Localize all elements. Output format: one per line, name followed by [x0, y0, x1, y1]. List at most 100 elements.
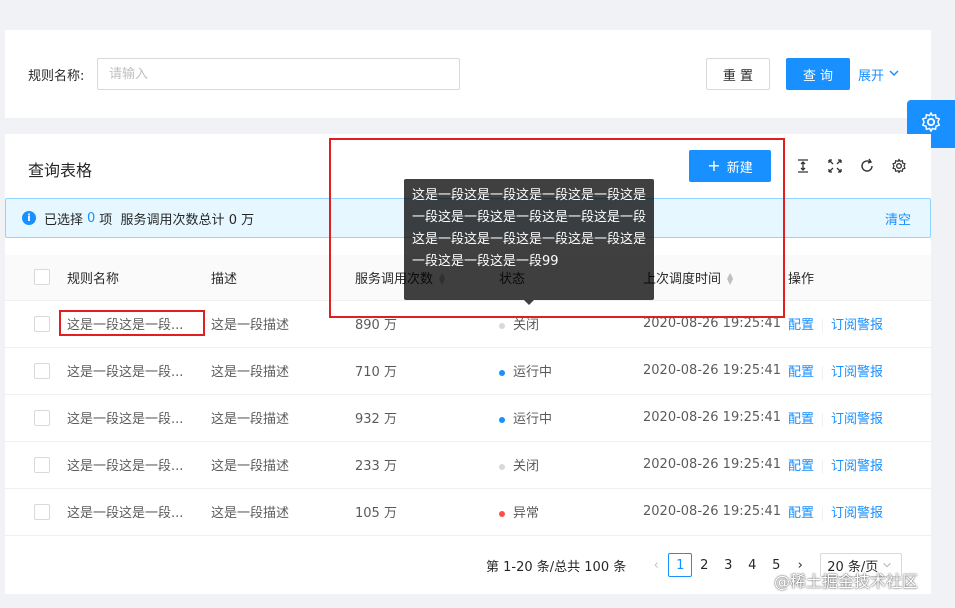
table-row: 这是一段这是一段... 这是一段描述 105 万 异常 2020-08-26 1… — [5, 488, 931, 535]
subscribe-alert-link[interactable]: 订阅警报 — [831, 506, 883, 521]
row-select-cell[interactable] — [5, 441, 67, 488]
actions-cell: 配置 订阅警报 — [788, 441, 931, 488]
description-cell: 这是一段描述 — [211, 506, 290, 521]
row-select-cell[interactable] — [5, 394, 67, 441]
action-divider — [822, 318, 824, 333]
config-link[interactable]: 配置 — [788, 506, 814, 521]
settings-icon[interactable] — [889, 156, 909, 176]
chevron-down-icon — [888, 67, 900, 83]
row-checkbox[interactable] — [34, 456, 50, 473]
calls-cell: 890 万 — [355, 318, 397, 333]
action-divider — [822, 412, 824, 427]
subscribe-alert-link[interactable]: 订阅警报 — [831, 459, 883, 474]
column-header-desc: 描述 — [211, 271, 238, 287]
row-select-cell[interactable] — [5, 347, 67, 394]
actions-cell: 配置 订阅警报 — [788, 394, 931, 441]
rule-name-cell: 这是一段这是一段... — [67, 365, 184, 380]
actions-cell: 配置 订阅警报 — [788, 347, 931, 394]
last-run-time-cell: 2020-08-26 19:25:41 — [643, 316, 782, 331]
config-link[interactable]: 配置 — [788, 365, 814, 380]
status-label: 关闭 — [513, 318, 540, 333]
config-link[interactable]: 配置 — [788, 412, 814, 427]
rule-name-label: 规则名称: — [28, 69, 85, 84]
status-dot — [499, 463, 505, 470]
page-2[interactable]: 2 — [692, 553, 716, 577]
row-checkbox[interactable] — [34, 362, 50, 379]
config-link[interactable]: 配置 — [788, 459, 814, 474]
watermark: @稀土掘金技术社区 — [774, 572, 919, 591]
page-4[interactable]: 4 — [740, 553, 764, 577]
page-3[interactable]: 3 — [716, 553, 740, 577]
name-tooltip: 这是一段这是一段这是一段这是一段这是一段这是一段这是一段这是一段这是一段这是一段… — [404, 179, 654, 305]
expand-link[interactable]: 展开 — [858, 65, 900, 84]
config-link[interactable]: 配置 — [788, 318, 814, 333]
reset-button[interactable]: 重 置 — [706, 58, 770, 90]
status-cell: 异常 — [499, 488, 643, 535]
status-label: 运行中 — [513, 365, 553, 380]
info-icon: i — [22, 211, 36, 225]
status-dot — [499, 510, 505, 517]
row-checkbox[interactable] — [34, 315, 50, 332]
status-dot — [499, 416, 505, 423]
rule-name-input[interactable] — [97, 58, 460, 90]
table-row: 这是一段这是一段... 这是一段描述 233 万 关闭 2020-08-26 1… — [5, 441, 931, 488]
status-label: 异常 — [513, 506, 540, 521]
fullscreen-icon[interactable] — [825, 156, 845, 176]
description-cell: 这是一段描述 — [211, 365, 290, 380]
tooltip-arrow — [524, 300, 534, 305]
search-panel: 规则名称: 重 置 查 询 展开 — [5, 30, 931, 118]
status-cell: 运行中 — [499, 394, 643, 441]
actions-cell: 配置 订阅警报 — [788, 300, 931, 347]
new-button-label: 新建 — [726, 160, 753, 176]
calls-cell: 233 万 — [355, 459, 397, 474]
pagination-total: 第 1-20 条/总共 100 条 — [486, 559, 627, 575]
action-divider — [822, 506, 824, 521]
table-row: 这是一段这是一段... 这是一段描述 932 万 运行中 2020-08-26 … — [5, 394, 931, 441]
column-header-name: 规则名称 — [67, 271, 120, 287]
column-header-time-label: 上次调度时间 — [643, 271, 722, 287]
calls-cell: 105 万 — [355, 506, 397, 521]
select-all-checkbox[interactable] — [34, 269, 50, 286]
row-checkbox[interactable] — [34, 409, 50, 426]
page-1[interactable]: 1 — [668, 553, 693, 577]
status-cell: 运行中 — [499, 347, 643, 394]
last-run-time-cell: 2020-08-26 19:25:41 — [643, 363, 782, 378]
subscribe-alert-link[interactable]: 订阅警报 — [831, 365, 883, 380]
status-cell: 关闭 — [499, 441, 643, 488]
sort-icon[interactable]: ▲▼ — [727, 272, 733, 286]
column-height-icon[interactable] — [793, 156, 813, 176]
last-run-time-cell: 2020-08-26 19:25:41 — [643, 504, 782, 519]
subscribe-alert-link[interactable]: 订阅警报 — [831, 412, 883, 427]
last-run-time-cell: 2020-08-26 19:25:41 — [643, 410, 782, 425]
row-checkbox[interactable] — [34, 503, 50, 520]
new-button[interactable]: + 新建 — [689, 150, 771, 182]
header-select-all[interactable] — [5, 255, 67, 300]
rule-name-cell: 这是一段这是一段... — [67, 412, 184, 427]
subscribe-alert-link[interactable]: 订阅警报 — [831, 318, 883, 333]
description-cell: 这是一段描述 — [211, 459, 290, 474]
status-label: 关闭 — [513, 459, 540, 474]
table-row: 这是一段这是一段... 这是一段描述 710 万 运行中 2020-08-26 … — [5, 347, 931, 394]
alert-prefix: 已选择 — [44, 212, 84, 228]
tooltip-text: 这是一段这是一段这是一段这是一段这是一段这是一段这是一段这是一段这是一段这是一段… — [412, 188, 647, 269]
description-cell: 这是一段描述 — [211, 318, 290, 333]
column-header-time[interactable]: 上次调度时间 ▲ ▼ — [643, 255, 788, 300]
table-row: 这是一段这是一段... 这是一段描述 890 万 关闭 2020-08-26 1… — [5, 300, 931, 347]
rule-name-cell: 这是一段这是一段... — [67, 459, 184, 474]
table-title: 查询表格 — [28, 161, 93, 180]
rule-name-cell: 这是一段这是一段... — [67, 318, 184, 333]
row-select-cell[interactable] — [5, 300, 67, 347]
status-cell: 关闭 — [499, 300, 643, 347]
clear-selection-link[interactable]: 清空 — [885, 209, 911, 228]
status-label: 运行中 — [513, 412, 553, 427]
alert-suffix: 项 服务调用次数总计 0 万 — [99, 212, 255, 228]
action-divider — [822, 365, 824, 380]
prev-page-icon[interactable]: ‹ — [644, 553, 668, 577]
query-button[interactable]: 查 询 — [786, 58, 850, 90]
selected-count: 0 — [87, 210, 96, 226]
reload-icon[interactable] — [857, 156, 877, 176]
status-dot — [499, 369, 505, 376]
status-dot — [499, 322, 505, 329]
description-cell: 这是一段描述 — [211, 412, 290, 427]
row-select-cell[interactable] — [5, 488, 67, 535]
